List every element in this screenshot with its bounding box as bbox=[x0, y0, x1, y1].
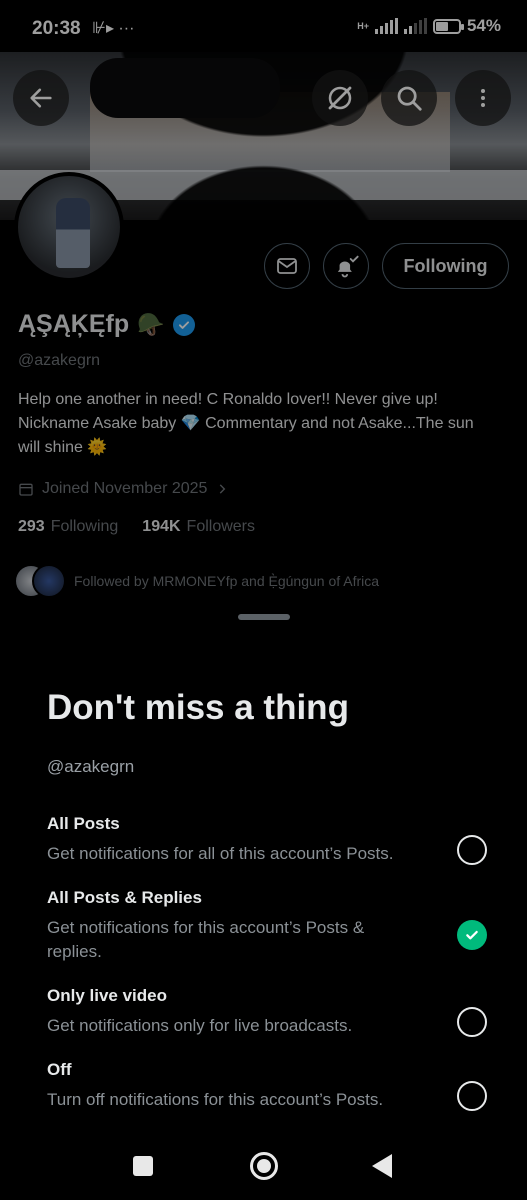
radio-button[interactable] bbox=[457, 835, 487, 865]
sheet-title: Don't miss a thing bbox=[47, 688, 349, 727]
option-only-live-video[interactable]: Only live video Get notifications only f… bbox=[47, 986, 487, 1038]
radio-button-checked[interactable] bbox=[457, 920, 487, 950]
option-all-posts-replies[interactable]: All Posts & Replies Get notifications fo… bbox=[47, 888, 487, 964]
option-desc: Get notifications for all of this accoun… bbox=[47, 844, 394, 863]
option-desc: Turn off notifications for this account’… bbox=[47, 1090, 384, 1109]
option-off[interactable]: Off Turn off notifications for this acco… bbox=[47, 1060, 487, 1112]
home-button[interactable] bbox=[250, 1152, 278, 1180]
recents-button[interactable] bbox=[133, 1156, 153, 1176]
system-nav-bar bbox=[0, 1140, 527, 1200]
back-nav-button[interactable] bbox=[372, 1154, 392, 1178]
option-all-posts[interactable]: All Posts Get notifications for all of t… bbox=[47, 814, 487, 866]
sheet-backdrop[interactable] bbox=[0, 0, 527, 600]
option-title: All Posts & Replies bbox=[47, 888, 202, 907]
option-desc: Get notifications for this account’s Pos… bbox=[47, 918, 365, 961]
sheet-handle: @azakegrn bbox=[47, 757, 135, 776]
check-icon bbox=[466, 930, 478, 940]
radio-button[interactable] bbox=[457, 1007, 487, 1037]
sheet-grabber[interactable] bbox=[238, 614, 290, 620]
radio-button[interactable] bbox=[457, 1081, 487, 1111]
option-title: Off bbox=[47, 1060, 72, 1079]
option-desc: Get notifications only for live broadcas… bbox=[47, 1016, 353, 1035]
option-title: Only live video bbox=[47, 986, 167, 1005]
option-title: All Posts bbox=[47, 814, 120, 833]
home-dot-icon bbox=[257, 1159, 271, 1173]
notification-settings-sheet: Don't miss a thing @azakegrn All Posts G… bbox=[0, 600, 527, 1140]
